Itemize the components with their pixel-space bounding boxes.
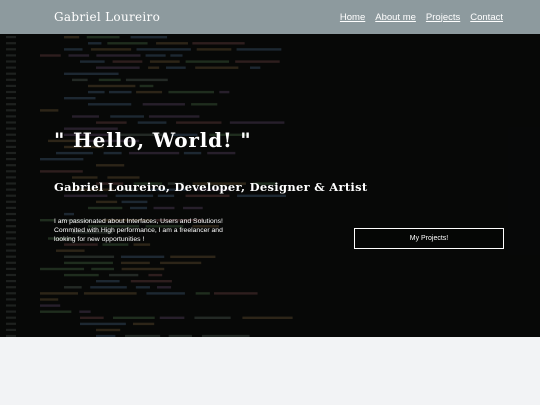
nav-link-home[interactable]: Home	[340, 12, 365, 23]
nav-link-contact[interactable]: Contact	[470, 12, 503, 23]
nav-link-about[interactable]: About me	[375, 12, 416, 23]
nav-links: Home About me Projects Contact	[340, 12, 503, 23]
hero-description-line: Commited with High performance, I am a f…	[54, 226, 223, 234]
hero-section: " Hello, World! " Gabriel Loureiro, Deve…	[0, 34, 540, 337]
hero-description-line: looking for new opportunities !	[54, 235, 145, 243]
site-brand[interactable]: Gabriel Loureiro	[54, 10, 160, 24]
hero-description: I am passionated about Interfaces, Users…	[54, 218, 254, 244]
navbar: Gabriel Loureiro Home About me Projects …	[0, 0, 540, 34]
my-projects-button[interactable]: My Projects!	[354, 228, 504, 249]
nav-link-projects[interactable]: Projects	[426, 12, 460, 23]
hero-description-line: I am passionated about Interfaces, Users…	[54, 218, 223, 225]
hero-subtitle: Gabriel Loureiro, Developer, Designer & …	[54, 180, 368, 194]
hero-title: " Hello, World! "	[54, 128, 252, 152]
